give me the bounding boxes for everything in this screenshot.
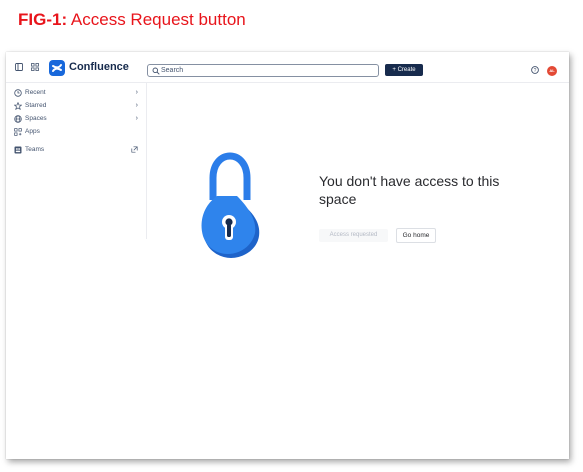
access-requested-button: Access requested [319,229,388,242]
sidebar-item-label: Spaces [25,115,47,122]
apps-icon [14,128,22,136]
go-home-button[interactable]: Go home [396,228,436,243]
sidebar-item-label: Recent [25,89,46,96]
create-button[interactable]: + Create [385,64,423,76]
search-icon [152,67,160,75]
search-placeholder: Search [161,67,184,74]
sidebar-item-recent[interactable]: Recent › [14,87,138,99]
chevron-right-icon: › [135,102,138,109]
figure-label: FIG-1: [18,10,68,29]
avatar[interactable]: AL [547,66,557,76]
sidebar-item-teams[interactable]: Teams [14,144,138,156]
page-title: You don't have access to this space [319,173,500,207]
top-navigation: Confluence Search + Create ? AL [6,52,569,83]
app-switcher-icon[interactable] [31,63,39,71]
figure-title: FIG-1: Access Request button [18,10,246,30]
svg-text:?: ? [534,68,537,74]
chevron-right-icon: › [135,115,138,122]
star-icon [14,102,22,110]
sidebar-item-label: Starred [25,102,47,109]
help-icon[interactable]: ? [531,66,539,74]
sidebar-item-label: Apps [25,128,40,135]
teams-icon [14,146,22,154]
sidebar-item-label: Teams [25,146,45,153]
app-name[interactable]: Confluence [69,61,129,73]
external-link-icon [131,146,138,153]
figure-caption: Access Request button [70,10,246,29]
sidebar-item-starred[interactable]: Starred › [14,100,138,112]
clock-icon [14,89,22,97]
sidebar-toggle-icon[interactable] [15,63,23,71]
search-input[interactable]: Search [147,64,379,77]
globe-icon [14,115,22,123]
chevron-right-icon: › [135,89,138,96]
sidebar-item-apps[interactable]: Apps [14,126,138,138]
confluence-logo-icon[interactable] [49,60,65,76]
padlock-icon [201,152,260,258]
sidebar: Recent › Starred › Spaces › Apps Teams [6,83,147,239]
sidebar-item-spaces[interactable]: Spaces › [14,113,138,125]
app-window: Confluence Search + Create ? AL Recent › [6,52,569,459]
